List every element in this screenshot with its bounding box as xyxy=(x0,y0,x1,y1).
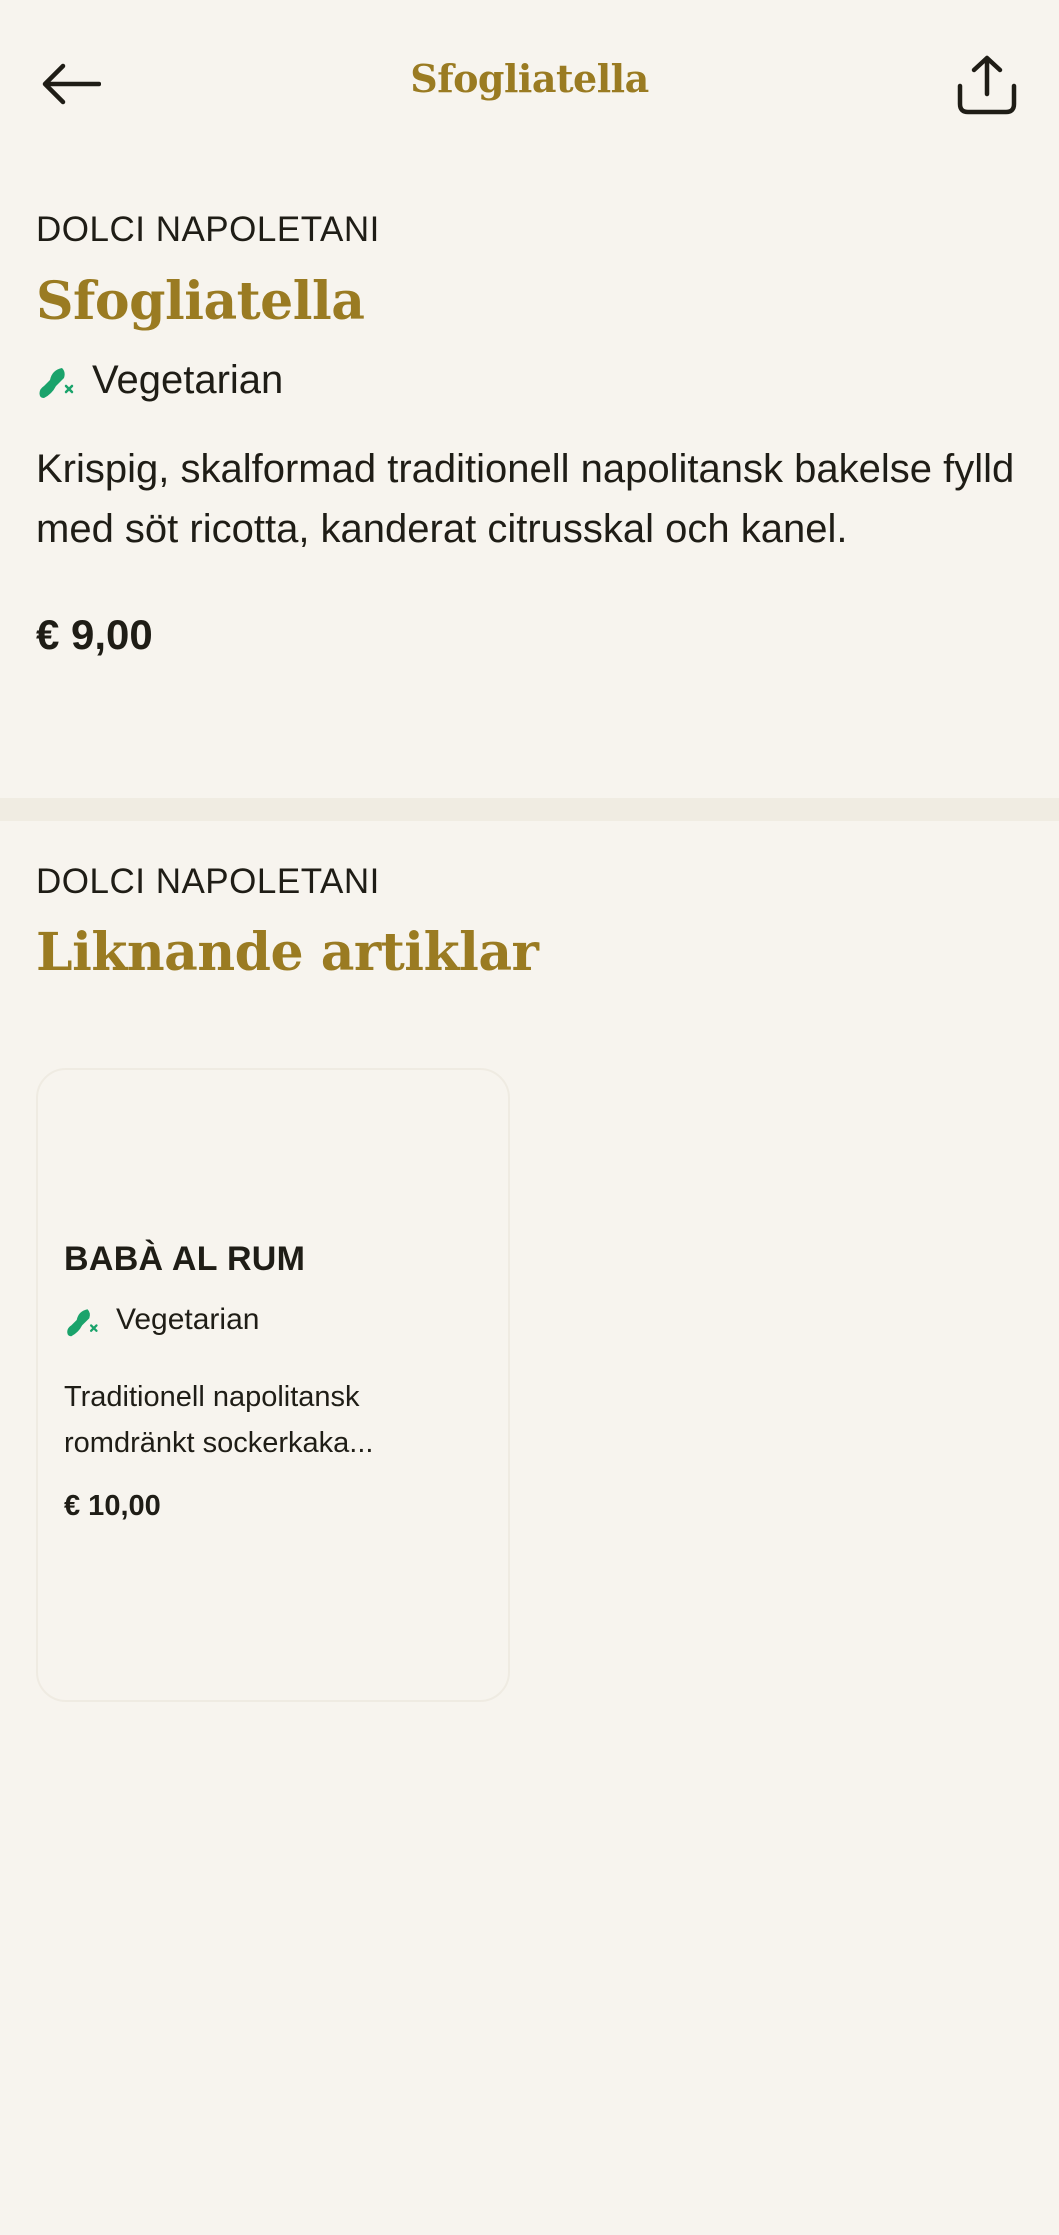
item-detail: DOLCI NAPOLETANI Sfogliatella Vegetarian… xyxy=(36,210,1026,659)
similar-section: DOLCI NAPOLETANI Liknande artiklar xyxy=(36,862,1026,983)
card-diet-tag: Vegetarian xyxy=(64,1302,259,1338)
item-detail-page: Sfogliatella DOLCI NAPOLETANI Sfogliatel… xyxy=(0,0,1059,2235)
section-divider xyxy=(0,798,1059,821)
card-diet-label: Vegetarian xyxy=(116,1303,260,1336)
share-button[interactable] xyxy=(950,50,1024,120)
top-bar: Sfogliatella xyxy=(0,0,1059,168)
similar-item-card[interactable]: BABÀ AL RUM Vegetarian Traditionell napo… xyxy=(36,1068,510,1702)
item-description: Krispig, skalformad traditionell napolit… xyxy=(36,446,1015,551)
diet-label: Vegetarian xyxy=(92,357,284,402)
item-title: Sfogliatella xyxy=(36,271,365,332)
vegetarian-icon xyxy=(39,368,74,399)
item-category: DOLCI NAPOLETANI xyxy=(36,210,380,249)
vegetarian-icon xyxy=(67,1309,98,1337)
share-icon xyxy=(957,55,1017,115)
card-item-price: € 10,00 xyxy=(64,1490,161,1522)
item-price: € 9,00 xyxy=(36,610,153,658)
card-item-description: Traditionell napolitansk romdränkt socke… xyxy=(64,1381,374,1459)
diet-tag: Vegetarian xyxy=(36,358,1026,403)
header-title: Sfogliatella xyxy=(410,56,649,101)
card-item-name: BABÀ AL RUM xyxy=(64,1240,306,1278)
similar-category: DOLCI NAPOLETANI xyxy=(36,862,380,901)
similar-title: Liknande artiklar xyxy=(36,922,539,983)
